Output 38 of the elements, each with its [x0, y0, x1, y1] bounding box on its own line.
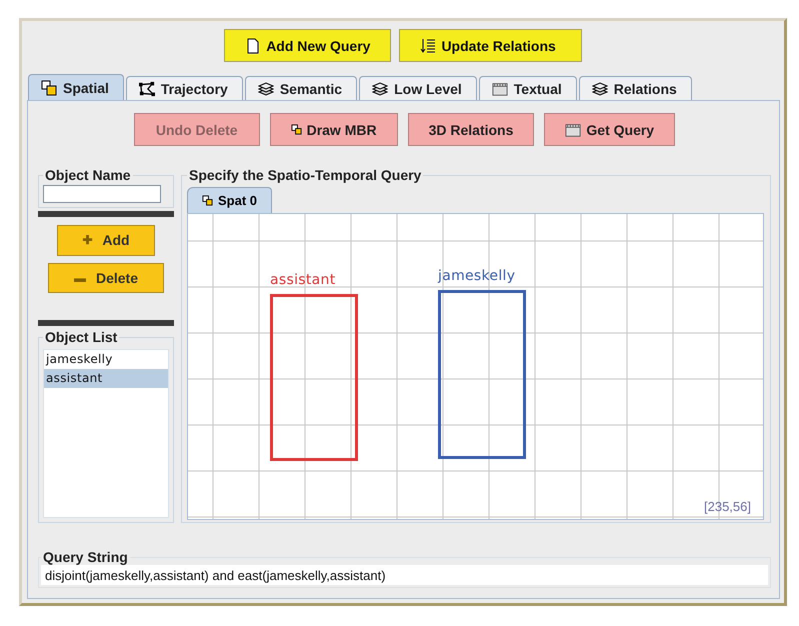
stack-icon — [372, 80, 388, 96]
toolbar-button[interactable]: Add New Query — [224, 29, 392, 62]
group-title: Object Name — [44, 167, 132, 183]
tab[interactable]: Relations — [578, 76, 692, 100]
coordinates-label: [235,56] — [704, 499, 751, 514]
sort-icon — [420, 38, 436, 54]
frame-icon — [202, 195, 213, 206]
action-button[interactable]: Draw MBR — [270, 113, 398, 146]
film-icon — [565, 122, 582, 138]
action-button[interactable]: Get Query — [544, 113, 676, 146]
add-button[interactable]: ✚ Add — [57, 224, 155, 256]
action-button[interactable]: 3D Relations — [408, 113, 534, 146]
page-icon — [245, 38, 262, 54]
tab[interactable]: Textual — [478, 76, 577, 100]
group-title: Specify the Spatio-Temporal Query — [188, 167, 422, 183]
tab[interactable]: Semantic — [244, 76, 358, 100]
frame-icon — [290, 124, 302, 135]
object-rectangle[interactable] — [270, 294, 358, 461]
tab[interactable]: Spat 0 — [187, 187, 272, 213]
query-string-field[interactable]: disjoint(jameskelly,assistant) and east(jameskelly,assistant) — [41, 565, 768, 585]
tab[interactable]: Low Level — [359, 76, 477, 100]
film-icon — [492, 80, 508, 96]
object-label: assistant — [270, 272, 336, 288]
tab[interactable]: Trajectory — [126, 76, 243, 100]
toolbar-button[interactable]: Update Relations — [399, 29, 582, 62]
delete-button[interactable]: ▬ Delete — [48, 262, 164, 294]
path-icon — [138, 80, 155, 96]
group-title: Query String — [42, 549, 129, 565]
list-item[interactable]: assistant — [44, 369, 168, 388]
squares-icon — [41, 80, 57, 96]
tab[interactable]: Spatial — [28, 74, 124, 100]
object-label: jameskelly — [438, 268, 516, 284]
object-rectangle[interactable] — [438, 290, 526, 459]
group-title: Object List — [44, 329, 118, 345]
stack-icon — [592, 80, 608, 96]
list-item[interactable]: jameskelly — [44, 350, 168, 369]
stack-icon — [258, 80, 274, 96]
object-name-field[interactable] — [43, 185, 161, 203]
